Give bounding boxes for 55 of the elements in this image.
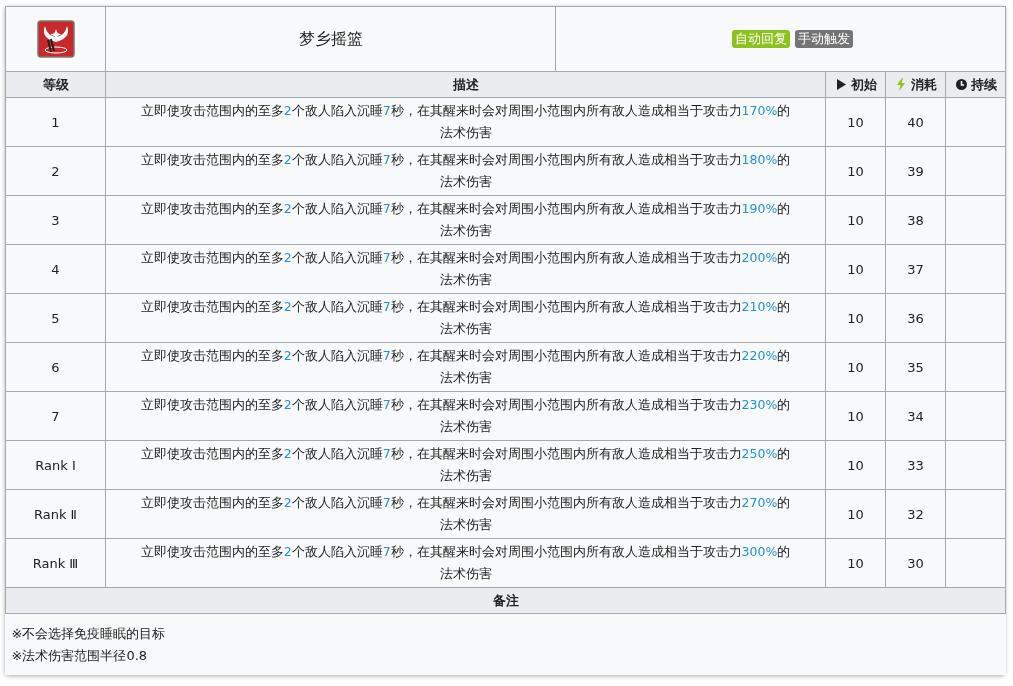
- column-header: 等级: [42, 75, 69, 94]
- cost-value: 37: [907, 261, 924, 277]
- level-label: Rank Ⅱ: [34, 506, 77, 522]
- level-label: 4: [51, 261, 60, 277]
- skill-tag: 自动回复: [732, 30, 790, 48]
- skill-description: 立即使攻击范围内的至多2个敌人陷入沉睡7秒，在其醒来时会对周围小范围内所有敌人造成相当于攻击力 190%的法术伤害: [140, 201, 791, 238]
- initial-value: 10: [847, 310, 864, 326]
- initial-value: 10: [847, 408, 864, 424]
- skill-description: 立即使攻击范围内的至多2个敌人陷入沉睡7秒，在其醒来时会对周围小范围内所有敌人造成相当于攻击力200%的法术伤害: [140, 250, 791, 287]
- column-header: 消耗: [910, 75, 937, 94]
- skill-tag: 手动触发: [795, 30, 853, 48]
- skill-description: 立即使攻击范围内的至多2个敌人陷入沉睡7秒，在其醒来时会对周围小范围内所有敌人造成相当于攻击力270%的法术伤害: [140, 495, 791, 532]
- column-header: 持续: [970, 75, 997, 94]
- initial-value: 10: [847, 163, 864, 179]
- level-label: 7: [51, 408, 60, 424]
- level-label: 1: [51, 114, 60, 130]
- cost-value: 38: [907, 212, 924, 228]
- column-header: 初始: [850, 75, 877, 94]
- skill-name: 梦乡摇篮: [298, 28, 363, 48]
- initial-value: 10: [847, 359, 864, 375]
- skill-description: 立即使攻击范围内的至多2个敌人陷入沉睡7秒，在其醒来时会对周围小范围内所有敌人造成相当于攻击力 170%的法术伤害: [140, 103, 791, 140]
- initial-value: 10: [847, 506, 864, 522]
- lightning-icon: [894, 78, 908, 91]
- skill-description: 立即使攻击范围内的至多2个敌人陷入沉睡7秒，在其醒来时会对周围小范围内所有敌人造成相当于攻击力250%的法术伤害: [140, 446, 791, 483]
- level-label: 6: [51, 359, 60, 375]
- cost-value: 32: [907, 506, 924, 522]
- initial-value: 10: [847, 114, 864, 130]
- skill-description: 立即使攻击范围内的至多2个敌人陷入沉睡7秒，在其醒来时会对周围小范围内所有敌人造成相当于攻击力230%的法术伤害: [140, 397, 791, 434]
- cost-value: 35: [907, 359, 924, 375]
- skill-description: 立即使攻击范围内的至多2个敌人陷入沉睡7秒，在其醒来时会对周围小范围内所有敌人造成相当于攻击力 180%的法术伤害: [140, 152, 791, 189]
- level-label: 5: [51, 310, 60, 326]
- clock-icon: [954, 78, 968, 91]
- initial-value: 10: [847, 457, 864, 473]
- skill-description: 立即使攻击范围内的至多2个敌人陷入沉睡7秒，在其醒来时会对周围小范围内所有敌人造成相当于攻击力220%的法术伤害: [140, 348, 791, 385]
- column-header: 描述: [452, 75, 479, 94]
- cost-value: 40: [907, 114, 924, 130]
- cost-value: 39: [907, 163, 924, 179]
- skill-description: 立即使攻击范围内的至多2个敌人陷入沉睡7秒，在其醒来时会对周围小范围内所有敌人造成相当于攻击力300%的法术伤害: [140, 544, 791, 581]
- skill-icon: [36, 20, 75, 58]
- level-label: 3: [51, 212, 60, 228]
- level-label: Rank Ⅲ: [32, 555, 79, 571]
- notes-header: 备注: [492, 592, 519, 608]
- level-label: Rank Ⅰ: [35, 457, 76, 473]
- level-label: 2: [51, 163, 60, 179]
- note-text: ※法术伤害范围半径0.8: [11, 647, 149, 665]
- initial-value: 10: [847, 212, 864, 228]
- play-icon: [834, 78, 848, 91]
- initial-value: 10: [847, 261, 864, 277]
- skill-description: 立即使攻击范围内的至多2个敌人陷入沉睡7秒，在其醒来时会对周围小范围内所有敌人造成相当于攻击力210%的法术伤害: [140, 299, 791, 336]
- cost-value: 30: [907, 555, 924, 571]
- cost-value: 36: [907, 310, 924, 326]
- cost-value: 33: [907, 457, 924, 473]
- cost-value: 34: [907, 408, 924, 424]
- note-text: ※不会选择免疫睡眠的目标: [11, 625, 167, 643]
- initial-value: 10: [847, 555, 864, 571]
